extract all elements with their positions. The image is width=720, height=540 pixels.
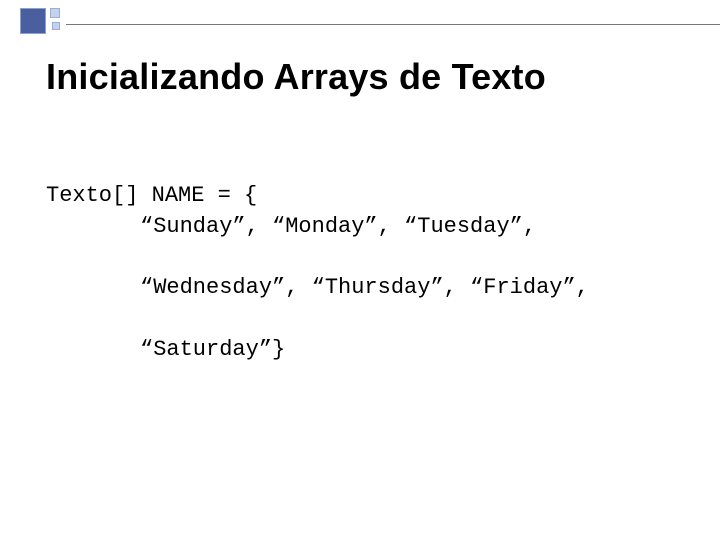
code-line: “Saturday”} [140, 335, 589, 366]
code-line: Texto[] NAME = { [46, 183, 257, 208]
deco-square-large [20, 8, 46, 34]
code-block: Texto[] NAME = { “Sunday”, “Monday”, “Tu… [46, 150, 589, 396]
code-line: “Wednesday”, “Thursday”, “Friday”, [140, 273, 589, 304]
slide-title: Inicializando Arrays de Texto [46, 56, 546, 98]
code-line: “Sunday”, “Monday”, “Tuesday”, [140, 212, 589, 243]
deco-square-small [52, 22, 60, 30]
top-divider-line [66, 24, 720, 25]
deco-square-small [50, 8, 60, 18]
